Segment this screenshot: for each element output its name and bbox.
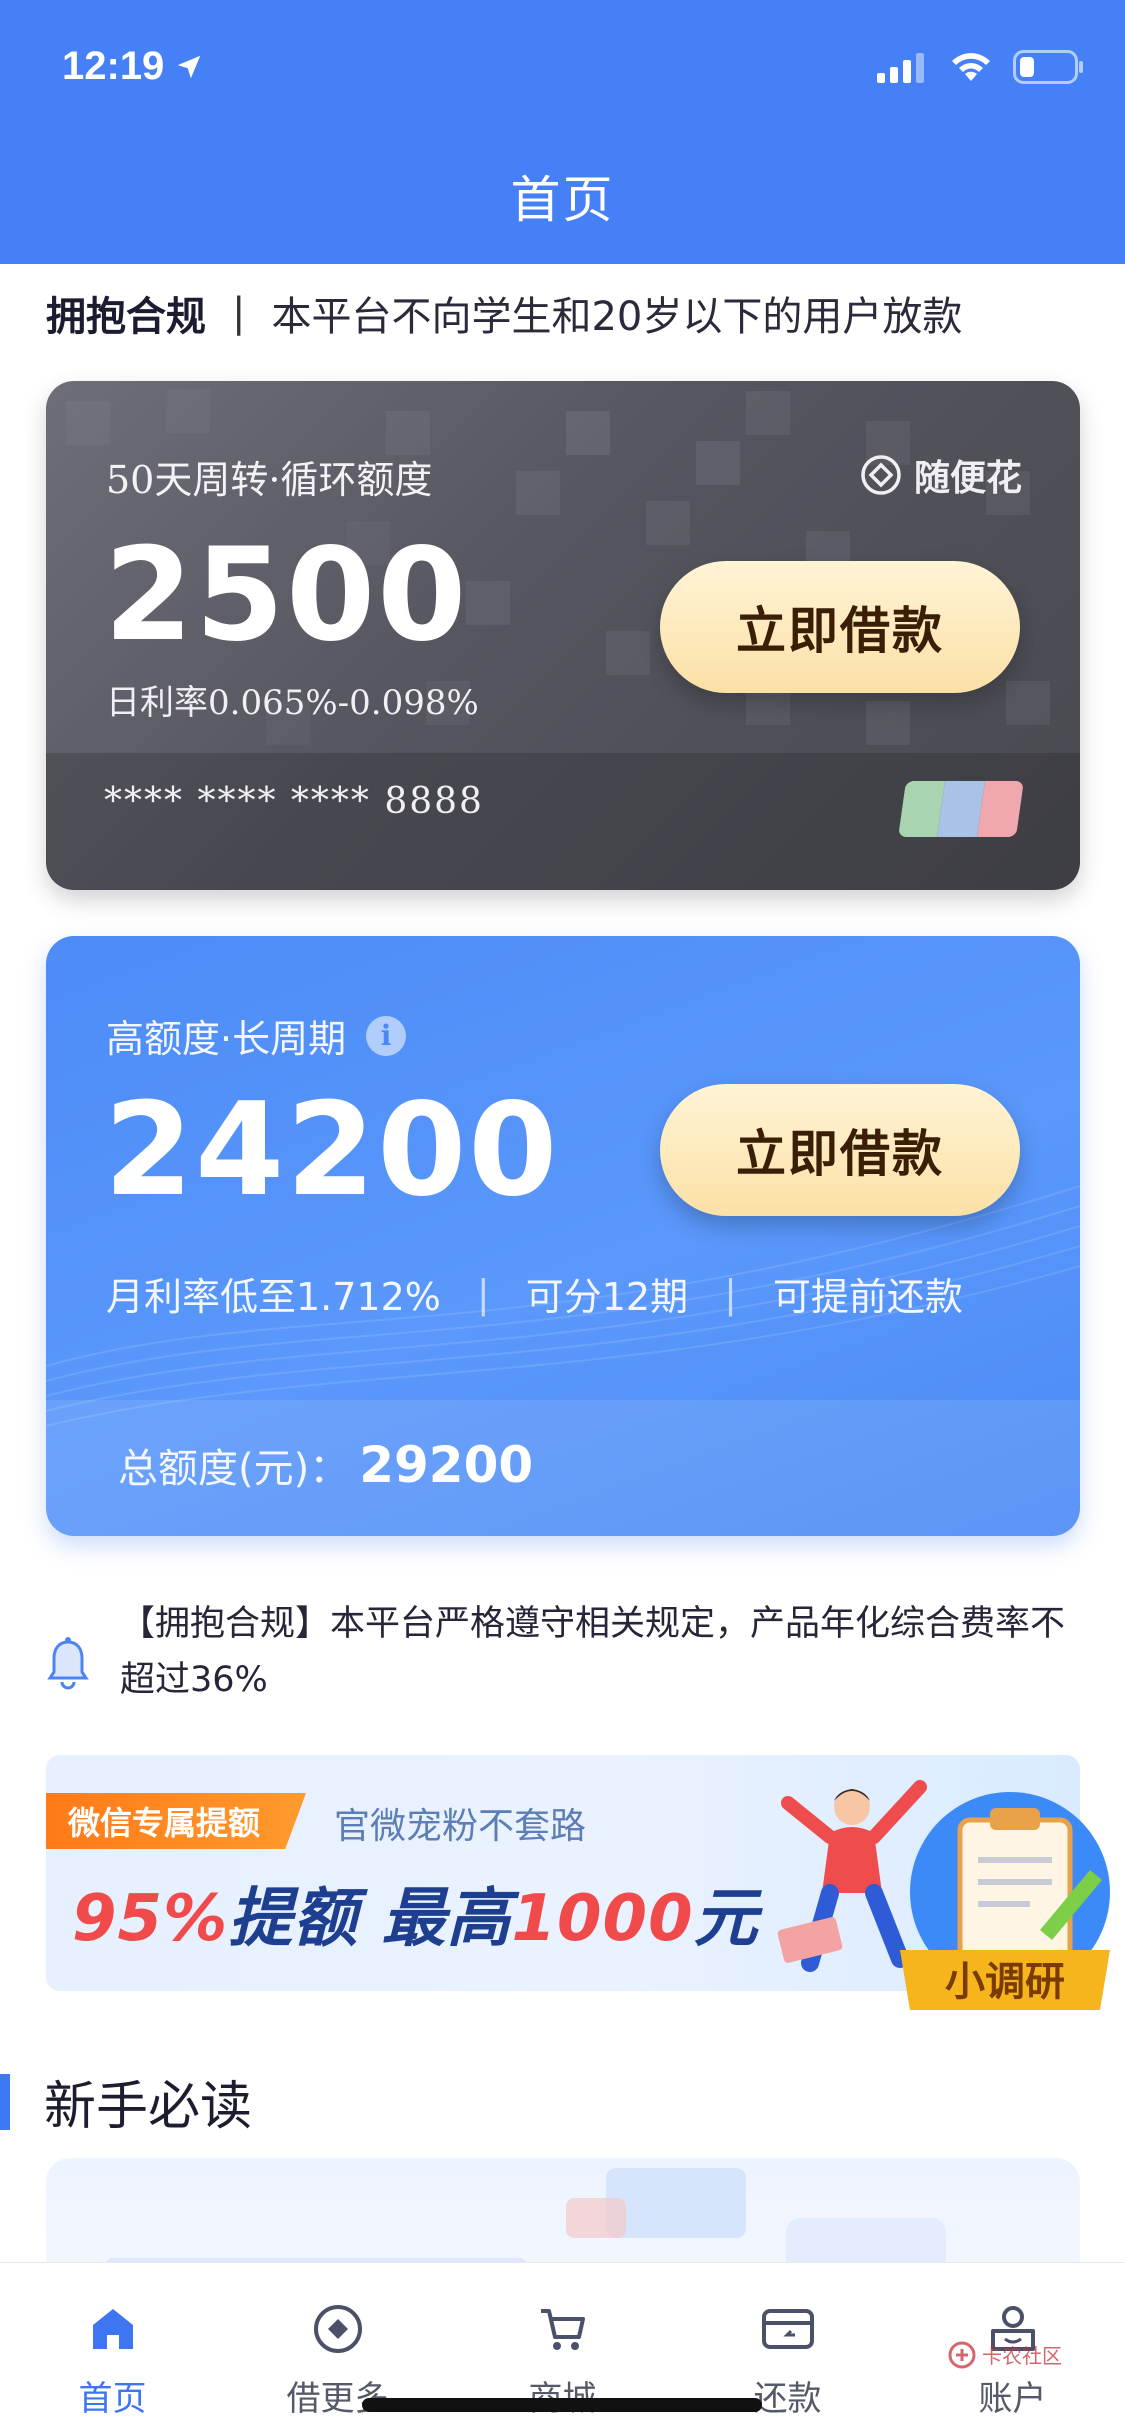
card-color-chip — [898, 781, 1024, 837]
banner-headline: 95%提额 最高1000元 — [72, 1867, 759, 1959]
revolving-credit-card[interactable]: 50天周转·循环额度 随便花 2500 日利率0.065%-0.098% ***… — [46, 381, 1080, 890]
location-arrow-icon — [178, 55, 201, 78]
info-icon[interactable]: i — [366, 1015, 407, 1056]
status-time: 12:19 — [62, 44, 204, 89]
compliance-label: 拥抱合规 — [46, 294, 206, 340]
tab-label: 借更多 — [286, 2379, 389, 2419]
cart-icon — [535, 2301, 591, 2357]
card-subtitle: 50天周转·循环额度 — [106, 458, 433, 502]
feature-installments: 可分12期 — [525, 1275, 689, 1319]
tab-label: 首页 — [78, 2379, 147, 2419]
survey-badge-text: 小调研 — [945, 1959, 1065, 2005]
notice-text: 【拥抱合规】本平台严格遵守相关规定，产品年化综合费率不超过36% — [120, 1604, 1066, 1700]
banner-tag-sub: 官微宠粉不套路 — [334, 1806, 587, 1847]
wifi-icon — [952, 53, 990, 81]
feature-separator: | — [724, 1271, 737, 1316]
page-title: 首页 — [510, 171, 615, 229]
section-title: 新手必读 — [44, 2077, 253, 2137]
feature-monthly-rate: 月利率低至1.712% — [106, 1275, 441, 1319]
headline-unit: 元 — [693, 1882, 759, 1956]
borrow-now-button-1[interactable]: 立即借款 — [660, 561, 1020, 693]
watermark-text: 卡农社区 — [982, 2344, 1062, 2368]
status-icons — [877, 50, 1085, 84]
borrow-more-icon — [310, 2301, 366, 2357]
credit-amount: 2500 — [104, 521, 469, 670]
total-limit: 总额度(元)： 29200 — [118, 1436, 533, 1494]
headline-amount: 1000 — [511, 1882, 694, 1956]
brand-label: 随便花 — [860, 449, 1022, 501]
watermark: 卡农社区 — [948, 2340, 1062, 2369]
diamond-circle-icon — [861, 455, 901, 495]
brand-name: 随便花 — [913, 458, 1022, 499]
feature-early-repay: 可提前还款 — [772, 1275, 963, 1319]
card-subtitle: 高额度·长周期 i — [106, 1008, 407, 1063]
compliance-separator: | — [232, 290, 246, 336]
watermark-logo-icon — [948, 2341, 976, 2368]
repay-card-icon — [760, 2301, 816, 2357]
bell-icon — [47, 1637, 89, 1690]
section-accent-bar — [0, 2073, 10, 2130]
borrow-now-button-2[interactable]: 立即借款 — [660, 1084, 1020, 1216]
home-indicator[interactable] — [362, 2398, 762, 2412]
compliance-notice[interactable]: 【拥抱合规】本平台严格遵守相关规定，产品年化综合费率不超过36% — [46, 1596, 1086, 1708]
home-icon — [85, 2301, 141, 2357]
total-value: 29200 — [359, 1436, 534, 1494]
status-time-text: 12:19 — [62, 44, 165, 88]
feature-list: 月利率低至1.712% | 可分12期 | 可提前还款 — [106, 1266, 963, 1321]
tab-label: 还款 — [753, 2379, 822, 2419]
headline-mid: 提额 最高 — [228, 1882, 512, 1956]
total-label: 总额度(元)： — [118, 1446, 350, 1492]
tab-label: 商城 — [529, 2371, 597, 2420]
section-header: 新手必读 — [0, 2064, 252, 2139]
survey-badge-icon[interactable]: 小调研 — [890, 1780, 1120, 2020]
daily-rate: 日利率0.065%-0.098% — [106, 683, 479, 723]
high-credit-amount: 24200 — [104, 1076, 560, 1225]
top-header: 12:19 首页 — [0, 0, 1125, 264]
high-card-subtitle: 高额度·长周期 — [106, 1017, 347, 1061]
compliance-text: 本平台不向学生和20岁以下的用户放款 — [271, 294, 963, 340]
high-limit-card[interactable]: 高额度·长周期 i 24200 月利率低至1.712% | 可分12期 | 可提… — [46, 936, 1080, 1536]
headline-percent: 95% — [72, 1882, 229, 1956]
banner-tag: 微信专属提额 — [46, 1793, 307, 1849]
compliance-bar: 拥抱合规 | 本平台不向学生和20岁以下的用户放款 — [46, 284, 962, 342]
card-number: **** **** **** 8888 — [104, 781, 484, 822]
battery-icon — [1013, 50, 1083, 84]
tab-home[interactable]: 首页 — [0, 2263, 225, 2436]
feature-separator: | — [476, 1271, 490, 1316]
signal-icon — [877, 53, 924, 83]
tab-label: 账户 — [978, 2379, 1047, 2419]
